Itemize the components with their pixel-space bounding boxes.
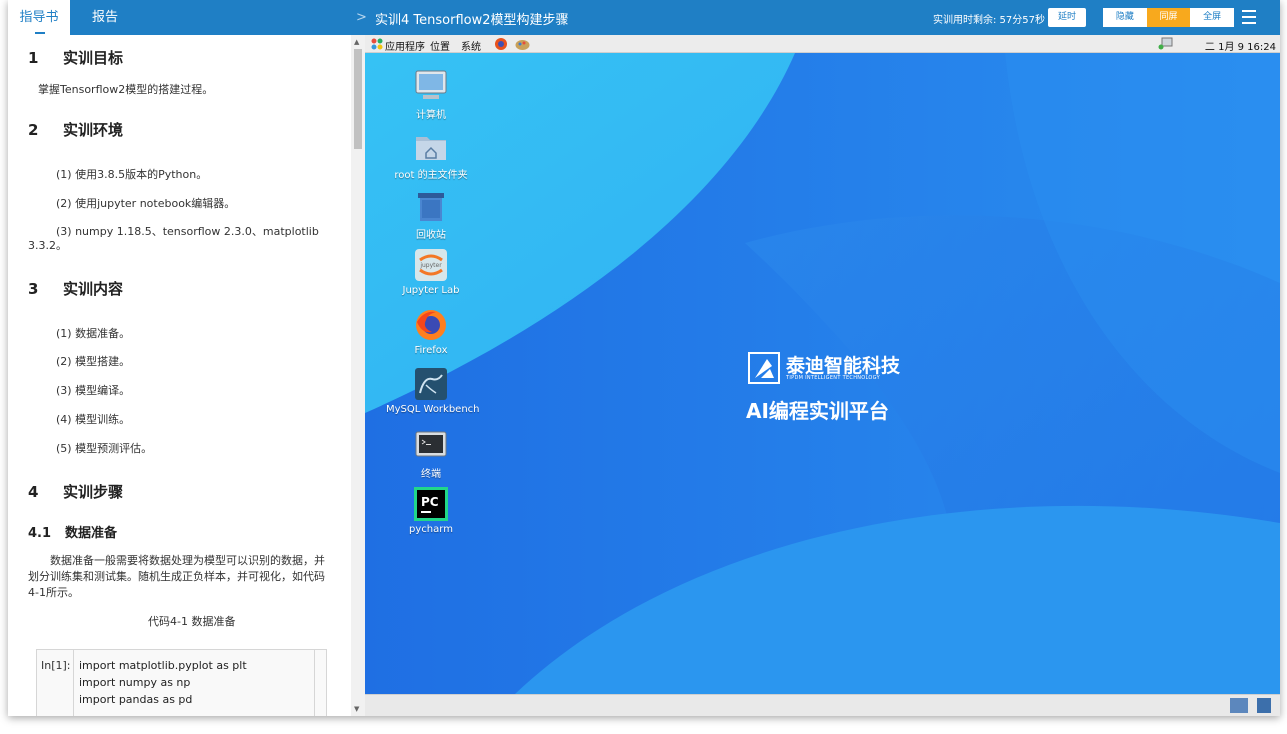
desktop-icon-home-folder[interactable]: root 的主文件夹 bbox=[386, 129, 476, 181]
workspace-switcher-icon[interactable] bbox=[1230, 698, 1248, 713]
tab-guide[interactable]: 指导书 bbox=[8, 0, 70, 35]
desktop-bottom-panel bbox=[365, 694, 1280, 716]
section-heading: 1 实训目标 bbox=[28, 49, 124, 67]
brand-name: 泰迪智能科技 bbox=[786, 355, 901, 377]
desktop-icon-terminal[interactable]: 终端 bbox=[386, 428, 476, 480]
section-heading: 2 实训环境 bbox=[28, 121, 124, 139]
desktop-icon-mysql-workbench[interactable]: MySQL Workbench bbox=[386, 367, 480, 415]
paragraph-line: 4-1所示。 bbox=[28, 586, 79, 599]
guide-scrollbar[interactable]: ▲ ▼ bbox=[351, 35, 365, 716]
desktop-icon-computer[interactable]: 计算机 bbox=[386, 69, 476, 121]
tab-report[interactable]: 报告 bbox=[92, 0, 118, 35]
trash-icon bbox=[414, 189, 448, 223]
list-item: (3) 模型编译。 bbox=[56, 384, 131, 397]
tab-guide-label: 指导书 bbox=[19, 10, 59, 25]
desktop-icon-trash[interactable]: 回收站 bbox=[386, 189, 476, 241]
extend-time-button[interactable]: 延时 bbox=[1048, 8, 1086, 27]
pycharm-icon: PC bbox=[414, 487, 448, 521]
desktop-background[interactable]: 计算机 root 的主文件夹 回收站 jupyter Jupyter Lab F… bbox=[365, 53, 1280, 694]
menu-applications[interactable]: 应用程序 bbox=[385, 38, 425, 53]
active-tab-indicator bbox=[35, 32, 45, 34]
desktop-icon-jupyter-lab[interactable]: jupyter Jupyter Lab bbox=[386, 248, 476, 296]
scroll-down-icon[interactable]: ▼ bbox=[354, 705, 359, 713]
menu-icon[interactable] bbox=[1242, 10, 1256, 24]
view-split-button[interactable]: 同屏 bbox=[1146, 8, 1191, 27]
app-window: 指导书 报告 > 实训4 Tensorflow2模型构建步骤 实训用时剩余: 5… bbox=[8, 0, 1280, 716]
firefox-launcher-icon[interactable] bbox=[494, 37, 508, 54]
trash-applet-icon[interactable] bbox=[1257, 698, 1271, 713]
list-item: (5) 模型预测评估。 bbox=[56, 442, 153, 455]
brand-subtitle: TIPDM INTELLIGENT TECHNOLOGY bbox=[786, 375, 880, 381]
svg-text:PC: PC bbox=[421, 495, 439, 509]
list-item: (2) 使用jupyter notebook编辑器。 bbox=[56, 197, 236, 210]
remote-desktop[interactable]: 应用程序 位置 系统 二 1月 9 16:24 计算机 root 的主文件夹 回… bbox=[365, 35, 1280, 716]
page-title: 实训4 Tensorflow2模型构建步骤 bbox=[375, 13, 569, 28]
desktop-icon-pycharm[interactable]: PC pycharm bbox=[386, 487, 476, 535]
code-cell[interactable]: In[1]: import matplotlib.pyplot as plt i… bbox=[36, 649, 327, 716]
network-icon[interactable] bbox=[1158, 36, 1174, 53]
code-line: import numpy as np bbox=[79, 676, 191, 689]
view-fullscreen-button[interactable]: 全屏 bbox=[1190, 8, 1235, 27]
menu-places[interactable]: 位置 bbox=[430, 38, 450, 53]
jupyter-icon: jupyter bbox=[414, 248, 448, 282]
paragraph-line: 划分训练集和测试集。随机生成正负样本，并可视化，如代码 bbox=[28, 570, 325, 583]
guide-panel: 1 实训目标 掌握Tensorflow2模型的搭建过程。 2 实训环境 (1) 使用… bbox=[8, 35, 351, 716]
list-item: (1) 使用3.8.5版本的Python。 bbox=[56, 168, 208, 181]
clock[interactable]: 二 1月 9 16:24 bbox=[1205, 38, 1276, 53]
top-bar: 指导书 报告 > 实训4 Tensorflow2模型构建步骤 实训用时剩余: 5… bbox=[8, 0, 1280, 35]
chevron-right-icon: > bbox=[356, 10, 367, 25]
computer-icon bbox=[414, 69, 448, 103]
brand-logo-icon bbox=[748, 352, 780, 384]
section-text: 掌握Tensorflow2模型的搭建过程。 bbox=[38, 83, 214, 96]
remaining-time: 实训用时剩余: 57分57秒 bbox=[933, 15, 1045, 26]
view-hide-button[interactable]: 隐藏 bbox=[1103, 8, 1147, 27]
brand-slogan: AI编程实训平台 bbox=[746, 399, 889, 423]
section-heading: 4 实训步骤 bbox=[28, 483, 124, 501]
code-line: import matplotlib.pyplot as plt bbox=[79, 659, 247, 672]
scroll-thumb[interactable] bbox=[354, 49, 362, 149]
list-item-wrap: 3.3.2。 bbox=[28, 239, 67, 252]
desktop-icon-firefox[interactable]: Firefox bbox=[386, 308, 476, 356]
apps-menu-icon[interactable] bbox=[371, 38, 383, 53]
menu-system[interactable]: 系统 bbox=[461, 38, 481, 53]
mail-launcher-icon[interactable] bbox=[515, 37, 530, 54]
tab-report-label: 报告 bbox=[92, 10, 119, 25]
list-item: (3) numpy 1.18.5、tensorflow 2.3.0、matplo… bbox=[56, 225, 319, 238]
section-heading: 3 实训内容 bbox=[28, 280, 124, 298]
firefox-icon bbox=[414, 308, 448, 342]
mysql-workbench-icon bbox=[414, 367, 448, 401]
code-cell-label: In[1]: bbox=[41, 659, 71, 672]
terminal-icon bbox=[414, 428, 448, 462]
svg-text:jupyter: jupyter bbox=[419, 262, 442, 269]
code-caption: 代码4-1 数据准备 bbox=[148, 615, 236, 628]
paragraph-line: 数据准备一般需要将数据处理为模型可以识别的数据，并 bbox=[50, 554, 325, 567]
subsection-heading: 4.1 数据准备 bbox=[28, 526, 118, 541]
desktop-top-panel: 应用程序 位置 系统 二 1月 9 16:24 bbox=[365, 35, 1280, 53]
scroll-up-icon[interactable]: ▲ bbox=[354, 38, 359, 46]
view-mode-switch: 隐藏 同屏 全屏 bbox=[1103, 8, 1235, 27]
list-item: (1) 数据准备。 bbox=[56, 327, 131, 340]
list-item: (2) 模型搭建。 bbox=[56, 355, 131, 368]
home-folder-icon bbox=[414, 129, 448, 163]
list-item: (4) 模型训练。 bbox=[56, 413, 131, 426]
code-line: import pandas as pd bbox=[79, 693, 193, 706]
